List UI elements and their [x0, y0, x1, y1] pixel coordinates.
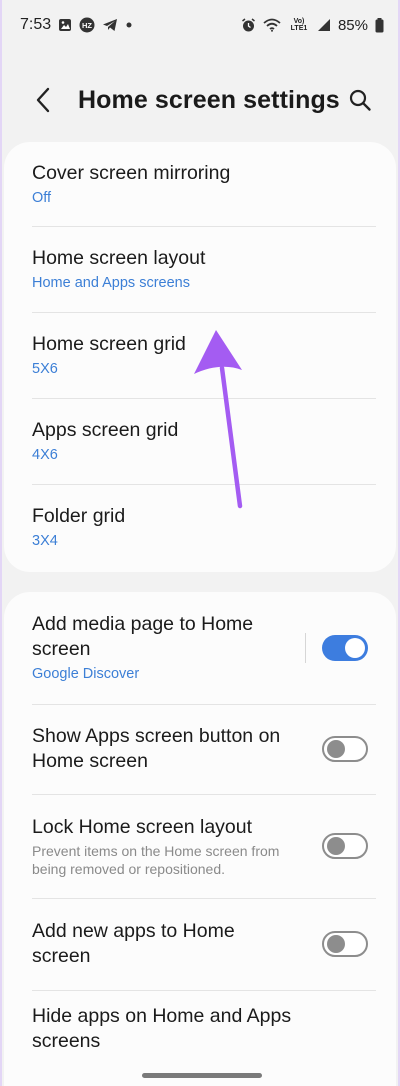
- row-text: Folder grid 3X4: [32, 504, 368, 551]
- row-value: Google Discover: [32, 666, 140, 682]
- signal-icon: [317, 18, 331, 32]
- status-left: 7:53 HZ: [20, 16, 133, 34]
- dot-icon: [125, 21, 133, 29]
- row-title: Show Apps screen button on Home screen: [32, 725, 281, 772]
- row-value: 5X6: [32, 360, 58, 377]
- lock-layout-toggle[interactable]: [322, 833, 368, 859]
- search-icon: [349, 89, 371, 111]
- toggle-knob: [327, 740, 345, 758]
- status-time: 7:53: [20, 16, 52, 33]
- setting-show-apps-button[interactable]: Show Apps screen button on Home screen: [4, 704, 396, 794]
- status-right: Vo) LTE1 85%: [241, 17, 384, 34]
- row-text: Cover screen mirroring Off: [32, 161, 368, 208]
- toggle-knob: [327, 837, 345, 855]
- screen: 7:53 HZ Vo) LTE1 85% Home screen setting…: [0, 0, 400, 1086]
- back-arrow-icon: [36, 87, 50, 113]
- settings-group-home-options: Add media page to Home screen Google Dis…: [4, 592, 396, 1086]
- media-page-toggle[interactable]: [322, 635, 368, 661]
- wifi-icon: [263, 18, 281, 32]
- row-text: Add new apps to Home screen: [32, 919, 322, 969]
- back-button[interactable]: [28, 80, 58, 120]
- hz-badge-icon: HZ: [79, 17, 95, 33]
- gallery-icon: [58, 18, 72, 32]
- new-apps-toggle[interactable]: [322, 931, 368, 957]
- row-text: Home screen grid 5X6: [32, 332, 368, 379]
- row-text: Hide apps on Home and Apps screens: [32, 1004, 368, 1054]
- setting-add-new-apps[interactable]: Add new apps to Home screen: [4, 898, 396, 990]
- row-text: Apps screen grid 4X6: [32, 418, 368, 465]
- apps-button-toggle[interactable]: [322, 736, 368, 762]
- row-title: Add new apps to Home screen: [32, 920, 235, 967]
- alarm-icon: [241, 17, 256, 33]
- toggle-knob: [345, 638, 365, 658]
- battery-icon: [375, 17, 384, 33]
- row-value: Home and Apps screens: [32, 274, 190, 291]
- gesture-nav-handle[interactable]: [142, 1073, 262, 1078]
- row-text: Home screen layout Home and Apps screens: [32, 246, 368, 293]
- row-text: Lock Home screen layout Prevent items on…: [32, 815, 322, 878]
- row-title: Home screen layout: [32, 246, 206, 269]
- toggle-knob: [327, 935, 345, 953]
- row-text: Show Apps screen button on Home screen: [32, 724, 322, 774]
- search-button[interactable]: [342, 80, 378, 120]
- row-value: 3X4: [32, 532, 58, 549]
- row-description: Prevent items on the Home screen from be…: [32, 842, 280, 877]
- row-divider: [305, 633, 306, 663]
- settings-group-grid: Cover screen mirroring Off Home screen l…: [4, 142, 396, 572]
- row-text: Add media page to Home screen Google Dis…: [32, 612, 305, 684]
- app-bar: Home screen settings: [2, 72, 398, 128]
- row-title: Hide apps on Home and Apps screens: [32, 1005, 292, 1052]
- row-value: 4X6: [32, 446, 58, 463]
- page-title: Home screen settings: [78, 85, 340, 114]
- volte-label: Vo) LTE1: [290, 18, 308, 32]
- battery-percentage: 85%: [337, 16, 368, 34]
- row-title: Add media page to Home screen: [32, 613, 254, 660]
- setting-lock-layout[interactable]: Lock Home screen layout Prevent items on…: [4, 794, 396, 898]
- row-title: Cover screen mirroring: [32, 161, 231, 184]
- setting-add-media-page[interactable]: Add media page to Home screen Google Dis…: [4, 592, 396, 704]
- setting-apps-screen-grid[interactable]: Apps screen grid 4X6: [4, 398, 396, 484]
- telegram-icon: [102, 18, 118, 32]
- setting-hide-apps[interactable]: Hide apps on Home and Apps screens: [4, 990, 396, 1086]
- row-title: Lock Home screen layout: [32, 815, 253, 838]
- svg-text:HZ: HZ: [82, 21, 92, 30]
- setting-folder-grid[interactable]: Folder grid 3X4: [4, 484, 396, 570]
- setting-home-screen-layout[interactable]: Home screen layout Home and Apps screens: [4, 226, 396, 312]
- setting-cover-screen-mirroring[interactable]: Cover screen mirroring Off: [4, 142, 396, 226]
- setting-home-screen-grid[interactable]: Home screen grid 5X6: [4, 312, 396, 398]
- row-value: Off: [32, 189, 52, 206]
- row-title: Home screen grid: [32, 332, 186, 355]
- row-title: Apps screen grid: [32, 418, 179, 441]
- volte-lte-icon: Vo) LTE1: [288, 18, 310, 32]
- status-bar: 7:53 HZ Vo) LTE1 85%: [2, 0, 398, 50]
- row-title: Folder grid: [32, 504, 126, 527]
